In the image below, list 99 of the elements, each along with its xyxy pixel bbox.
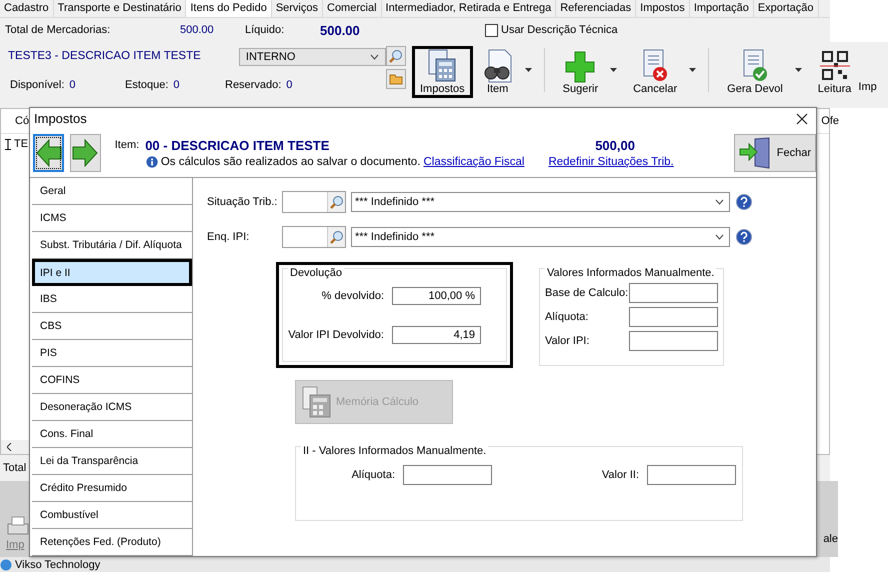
input-field[interactable] (629, 307, 718, 327)
group-title: Valores Informados Manualmente. (545, 267, 716, 279)
checkbox[interactable] (485, 24, 498, 36)
sidebar-item[interactable]: PIS (32, 340, 192, 367)
next-button[interactable] (70, 134, 101, 172)
stock-value: 0 (173, 79, 180, 91)
left-arrow-icon (36, 139, 62, 168)
item-description: TESTE3 - DESCRICAO ITEM TESTE (8, 49, 202, 62)
net-label: Líquido: (245, 24, 286, 36)
chevron-icon (715, 199, 724, 205)
total-value: 500.00 (180, 24, 215, 36)
field-label: Valor IPI: (545, 335, 590, 347)
stock-label: Disponível: (10, 79, 64, 91)
calculator-icon (427, 49, 458, 83)
sidebar-item[interactable]: Crédito Presumido (32, 475, 192, 502)
item-amount: 500,00 (595, 138, 635, 153)
previous-button[interactable] (33, 134, 64, 172)
field-label: Valor II: (602, 469, 639, 481)
toolbar-button[interactable]: Gera Devol (719, 46, 791, 98)
scroll-left-icon (7, 443, 12, 451)
binoculars-icon (482, 49, 513, 83)
folder-button[interactable] (386, 69, 406, 89)
stock-value: 0 (69, 79, 76, 91)
total-label: Total (3, 462, 26, 474)
sidebar-item[interactable]: IBS (32, 286, 192, 313)
sidebar-item[interactable]: Lei da Transparência (32, 448, 192, 475)
calculator-icon (302, 386, 332, 418)
sidebar-item[interactable]: ICMS (32, 205, 192, 232)
input-field[interactable]: 4,19 (392, 326, 481, 344)
field-label: Alíquota: (545, 311, 588, 323)
search-icon (389, 49, 403, 63)
input-field[interactable]: 100,00 % (392, 287, 481, 305)
sidebar-item[interactable]: Desoneração ICMS (32, 394, 192, 421)
code-field[interactable] (282, 226, 346, 248)
table-cell: TE (14, 138, 28, 150)
field-label: Situação Trib.: (207, 196, 278, 208)
button-label: ale (823, 533, 838, 547)
sidebar-item[interactable]: Combustível (32, 502, 192, 529)
code-field[interactable] (282, 191, 346, 213)
link[interactable]: Classificação Fiscal (423, 156, 524, 168)
tab[interactable]: Itens do Pedido (186, 0, 272, 17)
select-dropdown[interactable]: *** Indefinido *** (351, 192, 730, 212)
right-arrow-icon (72, 139, 98, 168)
sidebar-item[interactable]: COFINS (32, 367, 192, 394)
toolbar-button[interactable]: Impostos (412, 46, 473, 98)
sidebar-item[interactable]: IPI e II (32, 259, 192, 286)
item-label: Item: (114, 139, 140, 152)
plus-icon (565, 49, 596, 83)
item-title: 00 - DESCRICAO ITEM TESTE (145, 138, 330, 153)
globe-icon (0, 558, 12, 570)
link[interactable]: Redefinir Situações Trib. (548, 156, 674, 168)
stock-label: Reservado: (225, 79, 282, 91)
sidebar-item[interactable]: Cons. Final (32, 421, 192, 448)
tab[interactable]: Intermediador, Retirada e Entrega (382, 0, 556, 17)
group-title: II - Valores Informados Manualmente. (301, 445, 488, 457)
input-field[interactable] (629, 331, 718, 351)
status-text: Vikso Technology (15, 558, 100, 570)
net-value: 500.00 (320, 22, 361, 38)
sidebar-item[interactable]: Geral (32, 178, 192, 205)
sidebar-item[interactable]: CBS (32, 313, 192, 340)
sidebar-item[interactable]: Retenções Fed. (Produto) (32, 529, 192, 556)
close-icon (796, 112, 808, 125)
info-icon (146, 154, 158, 169)
toolbar-button[interactable]: Sugerir (554, 46, 606, 98)
search-icon (330, 195, 344, 209)
tab[interactable]: Transporte e Destinatário (54, 0, 186, 17)
total-label: Total de Mercadorias: (5, 24, 112, 36)
stock-label: Estoque: (125, 79, 168, 91)
chevron-icon (370, 54, 379, 60)
info-text: Os cálculos são realizados ao salvar o documento. (160, 156, 420, 168)
search-icon (330, 230, 344, 244)
field-label: Alíquota: (352, 469, 395, 481)
toolbar-button[interactable]: Cancelar (625, 46, 686, 98)
column-header: Ofe (821, 115, 839, 127)
field-label: Valor IPI Devolvido: (288, 329, 384, 341)
column-header: Có (15, 115, 30, 127)
group-title: Devolução (288, 267, 344, 279)
field-label: % devolvido: (322, 290, 384, 302)
field-label: Base de Calculo: (545, 287, 628, 299)
search-button[interactable] (327, 227, 345, 247)
close-button[interactable]: Fechar (734, 134, 816, 172)
select-dropdown[interactable]: *** Indefinido *** (351, 227, 730, 247)
field-label: Enq. IPI: (207, 231, 250, 243)
help-icon (736, 229, 752, 245)
chevron-icon (715, 234, 724, 240)
text-cursor-icon (5, 138, 11, 150)
checkbox-label: Usar Descrição Técnica (501, 24, 618, 36)
input-field[interactable] (403, 465, 492, 485)
stock-value: 0 (286, 79, 292, 91)
search-button[interactable] (386, 46, 406, 66)
help-icon (736, 194, 752, 210)
input-field[interactable] (629, 283, 718, 303)
qr-code-icon (820, 49, 850, 83)
input-field[interactable] (647, 465, 736, 485)
folder-icon (389, 73, 403, 85)
type-dropdown[interactable]: INTERNO (238, 48, 386, 66)
toolbar-button[interactable]: Item (474, 46, 521, 98)
window-title: Impostos (34, 111, 87, 126)
search-button[interactable] (327, 192, 345, 212)
